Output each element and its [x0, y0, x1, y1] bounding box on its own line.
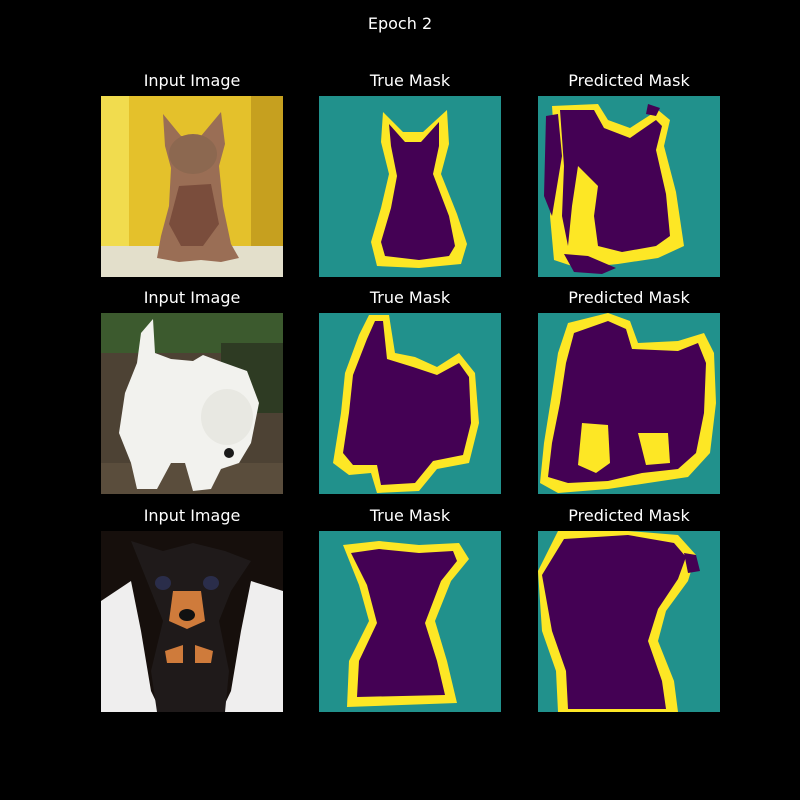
row3-input-cell: Input Image — [101, 506, 283, 712]
true-mask-terrier — [319, 313, 501, 494]
predicted-mask-puppy — [538, 531, 720, 712]
column-title: Input Image — [143, 288, 241, 307]
input-image-cat — [101, 96, 283, 277]
column-title: Input Image — [143, 71, 241, 90]
input-image-puppy — [101, 531, 283, 712]
row2-input-cell: Input Image — [101, 288, 283, 494]
column-title: Predicted Mask — [568, 506, 690, 525]
predicted-mask-cat — [538, 96, 720, 277]
column-title: True Mask — [369, 506, 451, 525]
row2-true-mask-cell: True Mask — [319, 288, 501, 494]
row1-predicted-mask-cell: Predicted Mask — [538, 71, 720, 277]
column-title: Predicted Mask — [568, 288, 690, 307]
row1-true-mask-cell: True Mask — [319, 71, 501, 277]
true-mask-cat — [319, 96, 501, 277]
row3-true-mask-cell: True Mask — [319, 506, 501, 712]
true-mask-puppy — [319, 531, 501, 712]
column-title: Predicted Mask — [568, 71, 690, 90]
column-title: True Mask — [369, 71, 451, 90]
row2-predicted-mask-cell: Predicted Mask — [538, 288, 720, 494]
input-image-terrier — [101, 313, 283, 494]
row3-predicted-mask-cell: Predicted Mask — [538, 506, 720, 712]
row1-input-cell: Input Image — [101, 71, 283, 277]
predicted-mask-terrier — [538, 313, 720, 494]
figure-title: Epoch 2 — [367, 14, 433, 33]
column-title: True Mask — [369, 288, 451, 307]
column-title: Input Image — [143, 506, 241, 525]
